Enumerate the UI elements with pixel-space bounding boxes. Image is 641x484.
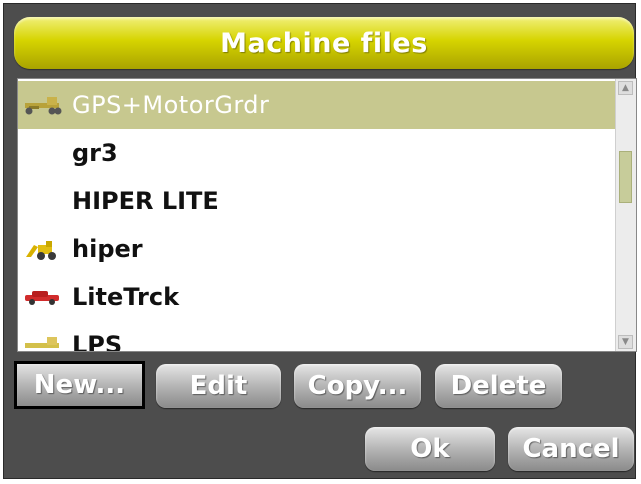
edit-button[interactable]: Edit bbox=[156, 364, 281, 408]
scroll-down-arrow-icon[interactable]: ▼ bbox=[618, 335, 633, 349]
copy-button-label: Copy... bbox=[307, 371, 408, 401]
blank-icon bbox=[18, 177, 68, 225]
edit-button-label: Edit bbox=[189, 371, 248, 401]
list-item[interactable]: HIPER LITE bbox=[18, 177, 616, 225]
list-item[interactable]: hiper bbox=[18, 225, 616, 273]
excavator-icon bbox=[18, 225, 68, 273]
scroll-up-arrow-icon[interactable]: ▲ bbox=[618, 81, 633, 95]
truck-icon bbox=[18, 273, 68, 321]
cancel-button-label: Cancel bbox=[522, 434, 620, 464]
title-bar: Machine files bbox=[14, 17, 634, 69]
cancel-button[interactable]: Cancel bbox=[508, 427, 634, 471]
delete-button[interactable]: Delete bbox=[435, 364, 562, 408]
copy-button[interactable]: Copy... bbox=[294, 364, 421, 408]
ok-button-label: Ok bbox=[410, 434, 450, 464]
list-item[interactable]: GPS+MotorGrdr bbox=[18, 81, 616, 129]
machine-files-list[interactable]: GPS+MotorGrdr gr3 HIPER LITE hiper LiteT… bbox=[17, 78, 637, 352]
list-item-label: gr3 bbox=[72, 139, 118, 167]
list-item[interactable]: LPS bbox=[18, 321, 616, 351]
list-item-label: LiteTrck bbox=[72, 283, 180, 311]
list-item-label: GPS+MotorGrdr bbox=[72, 91, 270, 119]
list-item-label: HIPER LITE bbox=[72, 187, 219, 215]
dialog-window: Machine files GPS+MotorGrdr gr3 HIPER LI… bbox=[3, 3, 637, 479]
scrollbar-thumb[interactable] bbox=[619, 151, 632, 203]
blank-icon bbox=[18, 129, 68, 177]
ok-button[interactable]: Ok bbox=[365, 427, 495, 471]
list-item[interactable]: LiteTrck bbox=[18, 273, 616, 321]
list-item[interactable]: gr3 bbox=[18, 129, 616, 177]
motor-grader-icon bbox=[18, 321, 68, 351]
list-item-label: hiper bbox=[72, 235, 143, 263]
new-button[interactable]: New... bbox=[14, 361, 145, 409]
motor-grader-icon bbox=[18, 81, 68, 129]
delete-button-label: Delete bbox=[450, 371, 547, 401]
new-button-label: New... bbox=[33, 370, 126, 400]
list-items: GPS+MotorGrdr gr3 HIPER LITE hiper LiteT… bbox=[18, 79, 616, 351]
list-item-label: LPS bbox=[72, 331, 123, 351]
list-scrollbar[interactable]: ▲ ▼ bbox=[615, 79, 636, 351]
dialog-title: Machine files bbox=[220, 27, 428, 59]
